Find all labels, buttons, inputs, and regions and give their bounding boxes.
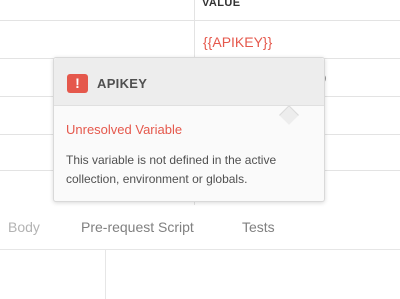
tooltip-description: This variable is not defined in the acti… (66, 153, 277, 186)
unresolved-variable-tooltip: ! APIKEY Unresolved Variable This variab… (53, 57, 325, 202)
tooltip-arrow (279, 105, 299, 125)
tab-body[interactable]: Body (8, 219, 40, 235)
tab-pre-request-script[interactable]: Pre-request Script (81, 219, 194, 235)
value-column-header: VALUE (202, 0, 241, 9)
panel-divider (105, 250, 106, 299)
tooltip-subtitle: Unresolved Variable (66, 122, 183, 137)
tooltip-header: ! APIKEY (54, 58, 324, 106)
tab-tests[interactable]: Tests (242, 219, 275, 235)
value-cell-apikey[interactable]: {{APIKEY}} (203, 34, 272, 50)
request-tabs: Body Pre-request Script Tests (0, 205, 400, 250)
tooltip-title: APIKEY (97, 76, 148, 91)
alert-icon: ! (67, 74, 88, 93)
row-divider (0, 20, 400, 21)
